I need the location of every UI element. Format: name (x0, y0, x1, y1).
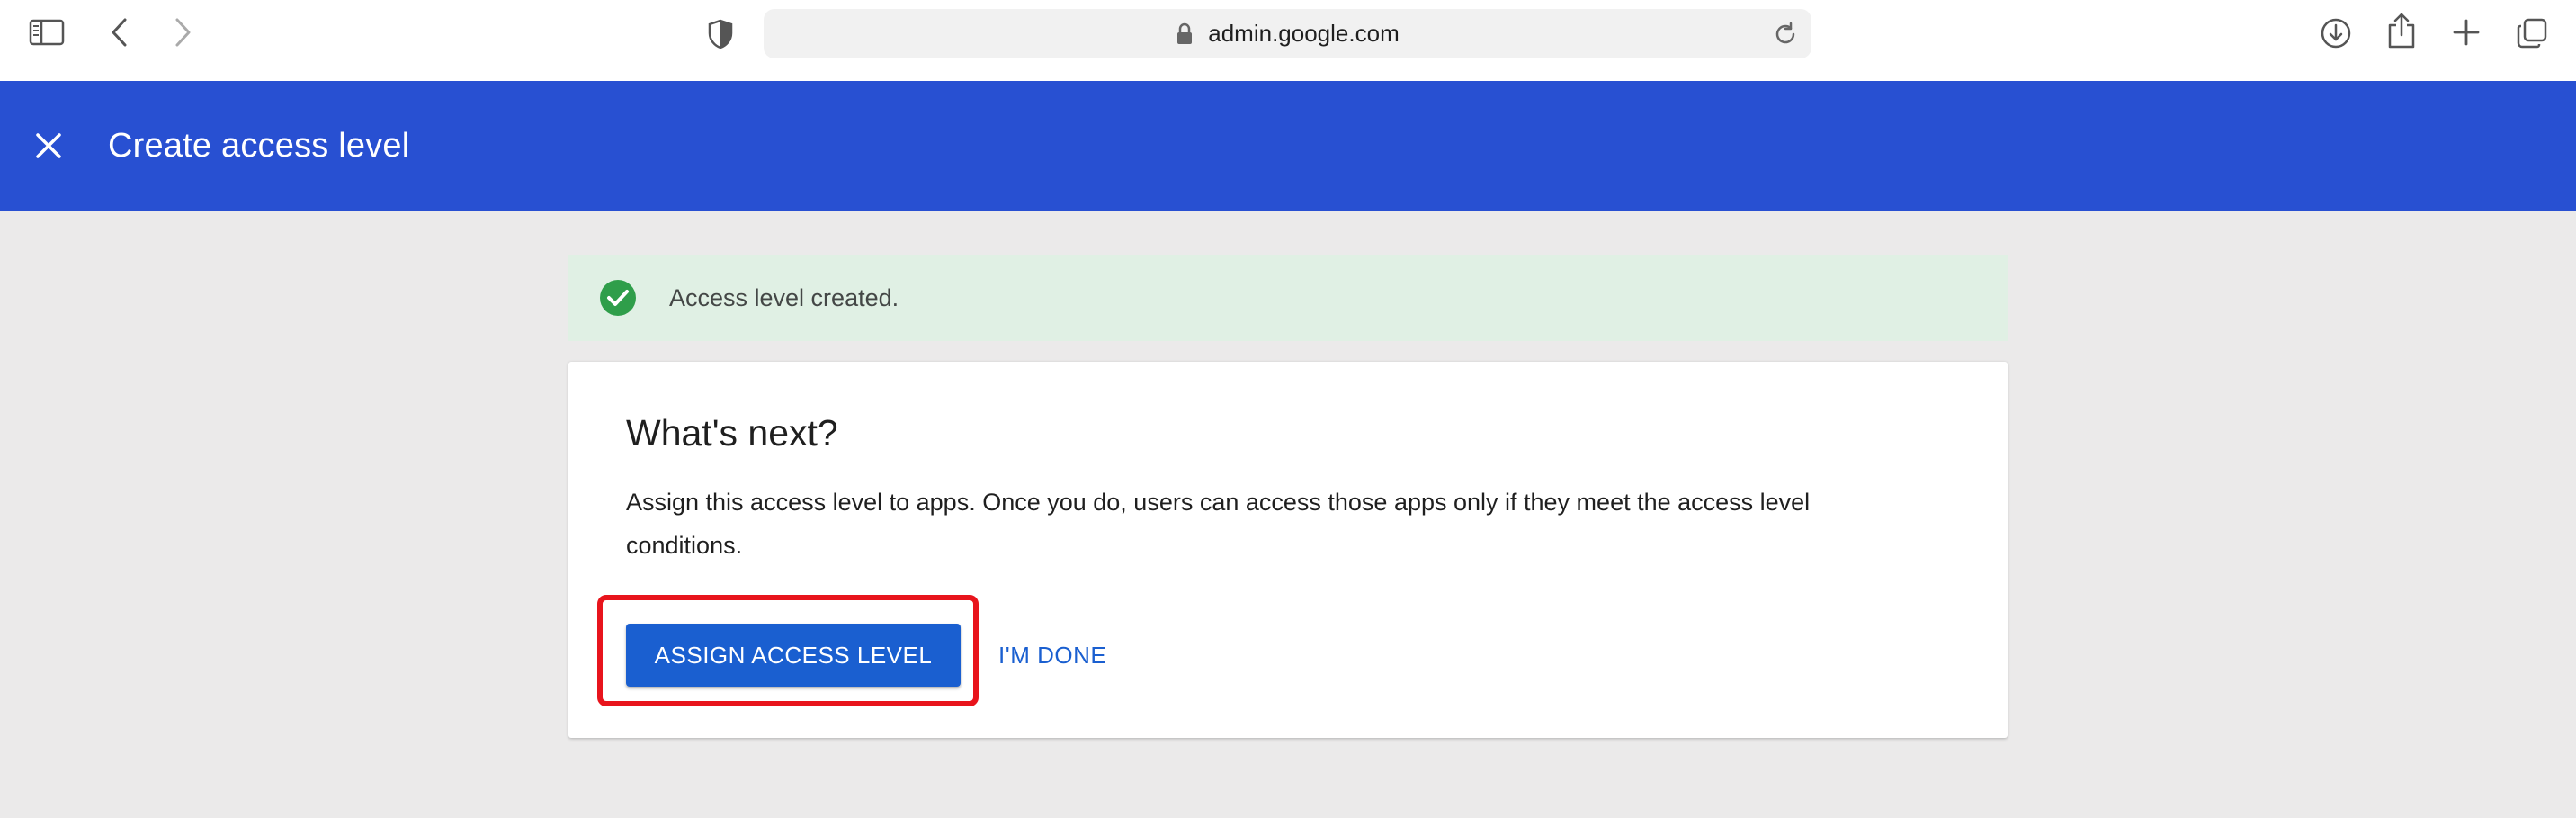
reload-icon[interactable] (1772, 21, 1799, 48)
chevron-right-icon[interactable] (169, 16, 196, 49)
app-header: Create access level (0, 81, 2576, 211)
tabs-overview-icon[interactable] (2515, 16, 2549, 50)
share-icon[interactable] (2385, 11, 2418, 50)
whats-next-card: What's next? Assign this access level to… (568, 362, 2008, 738)
address-bar[interactable]: admin.google.com (764, 9, 1811, 58)
banner-message: Access level created. (669, 283, 899, 311)
chevron-left-icon[interactable] (106, 16, 133, 49)
download-icon[interactable] (2319, 16, 2353, 50)
close-icon[interactable] (31, 128, 67, 164)
browser-toolbar: admin.google.com (0, 0, 2576, 81)
url-text: admin.google.com (1208, 20, 1400, 47)
page-title: Create access level (108, 127, 410, 165)
shield-icon[interactable] (707, 18, 734, 50)
im-done-button[interactable]: I'M DONE (998, 624, 1106, 687)
card-title: What's next? (626, 412, 838, 454)
plus-icon[interactable] (2450, 16, 2482, 49)
lock-icon (1176, 22, 1199, 46)
assign-access-level-button[interactable]: ASSIGN ACCESS LEVEL (626, 624, 961, 687)
check-circle-icon (599, 279, 637, 317)
sidebar-icon[interactable] (29, 18, 65, 47)
card-description: Assign this access level to apps. Once y… (626, 489, 1811, 559)
success-banner: Access level created. (568, 255, 2008, 341)
